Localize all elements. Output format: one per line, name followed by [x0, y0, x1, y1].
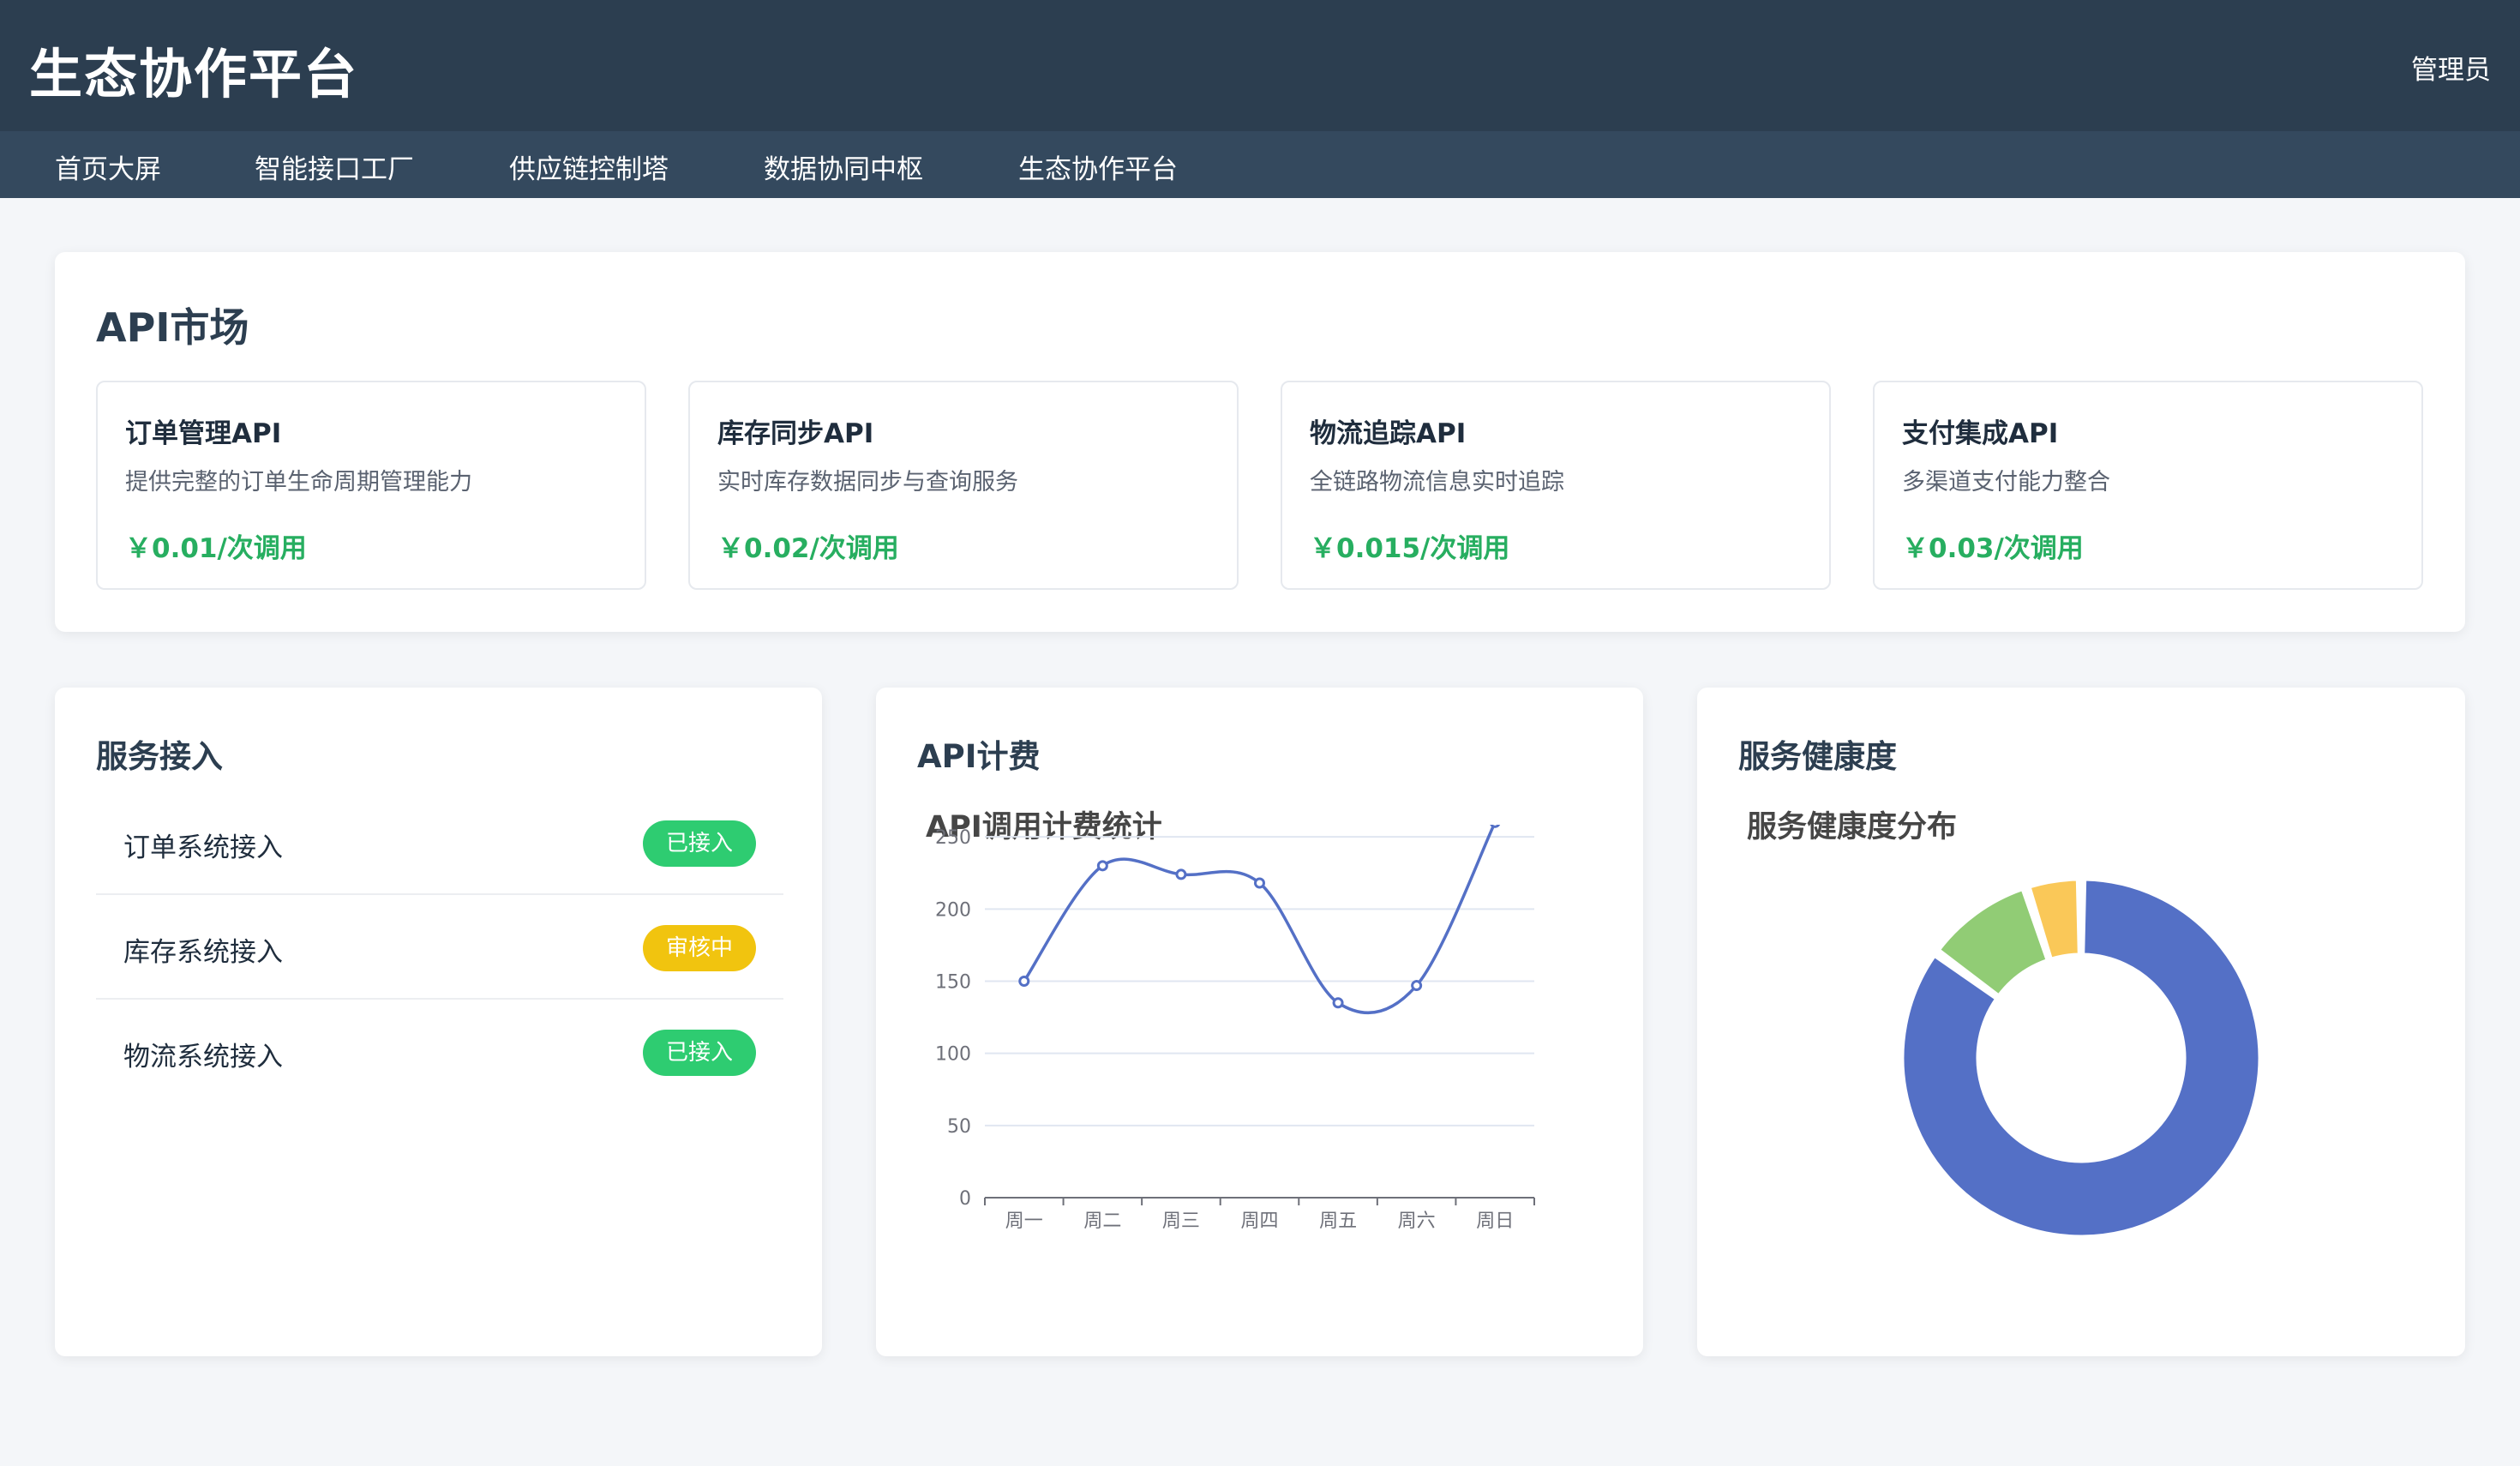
api-item-order[interactable]: 订单管理API 提供完整的订单生命周期管理能力 ￥0.01/次调用 [96, 381, 646, 590]
api-description: 提供完整的订单生命周期管理能力 [125, 469, 472, 496]
nav-item-ecosystem-platform[interactable]: 生态协作平台 [1018, 147, 1178, 186]
status-badge: 已接入 [643, 1030, 756, 1076]
api-description: 多渠道支付能力整合 [1902, 469, 2110, 496]
data-point [1254, 877, 1265, 889]
service-label: 库存系统接入 [123, 937, 283, 968]
api-item-inventory[interactable]: 库存同步API 实时库存数据同步与查询服务 ￥0.02/次调用 [688, 381, 1239, 590]
service-health-title: 服务健康度 [1738, 738, 1897, 775]
line-series [1023, 825, 1496, 1015]
nav-item-data-hub[interactable]: 数据协同中枢 [764, 147, 923, 186]
api-billing-card: API计费 API调用计费统计 金额(元)050100150200250300周… [876, 688, 1643, 1356]
y-tick-label: 200 [935, 899, 971, 921]
api-price: ￥0.015/次调用 [1310, 533, 1510, 564]
api-billing-title: API计费 [917, 738, 1041, 775]
api-name: 订单管理API [125, 418, 282, 449]
data-point [1490, 825, 1501, 828]
user-menu[interactable]: 管理员 [2411, 48, 2491, 87]
y-tick-label: 100 [935, 1044, 971, 1066]
data-point [1018, 976, 1030, 987]
status-badge: 已接入 [643, 820, 756, 867]
api-item-logistics[interactable]: 物流追踪API 全链路物流信息实时追踪 ￥0.015/次调用 [1281, 381, 1831, 590]
top-header: 生态协作平台 管理员 [0, 0, 2520, 131]
main-nav: 首页大屏 智能接口工厂 供应链控制塔 数据协同中枢 生态协作平台 [0, 131, 2520, 198]
service-row-inventory: 库存系统接入 审核中 [96, 895, 783, 1000]
app-title: 生态协作平台 [29, 43, 359, 105]
service-health-donut-chart [1901, 878, 2261, 1238]
api-price: ￥0.01/次调用 [125, 533, 307, 564]
service-access-card: 服务接入 订单系统接入 已接入 库存系统接入 审核中 物流系统接入 已接入 [55, 688, 822, 1356]
y-tick-label: 150 [935, 972, 971, 994]
api-name: 物流追踪API [1310, 418, 1467, 449]
api-description: 实时库存数据同步与查询服务 [717, 469, 1018, 496]
api-name: 支付集成API [1902, 418, 2059, 449]
y-tick-label: 0 [959, 1188, 971, 1210]
service-row-order: 订单系统接入 已接入 [96, 790, 783, 895]
x-tick-label: 周日 [1476, 1211, 1514, 1232]
api-market-card: API市场 订单管理API 提供完整的订单生命周期管理能力 ￥0.01/次调用 … [55, 252, 2465, 632]
x-tick-label: 周二 [1083, 1211, 1121, 1232]
x-tick-label: 周三 [1162, 1211, 1200, 1232]
service-access-title: 服务接入 [96, 738, 223, 775]
nav-item-home-dashboard[interactable]: 首页大屏 [55, 147, 161, 186]
service-health-card: 服务健康度 服务健康度分布 [1697, 688, 2465, 1356]
pie-chart-title: 服务健康度分布 [1747, 810, 1958, 844]
api-description: 全链路物流信息实时追踪 [1310, 469, 1564, 496]
nav-item-supply-chain-tower[interactable]: 供应链控制塔 [509, 147, 669, 186]
x-tick-label: 周一 [1005, 1211, 1043, 1232]
data-point [1096, 860, 1108, 872]
api-name: 库存同步API [717, 418, 874, 449]
y-tick-label: 50 [947, 1116, 971, 1138]
api-price: ￥0.03/次调用 [1902, 533, 2084, 564]
y-tick-label: 250 [935, 827, 971, 849]
x-tick-label: 周五 [1319, 1211, 1357, 1232]
service-label: 物流系统接入 [123, 1042, 283, 1072]
api-billing-line-chart: 金额(元)050100150200250300周一周二周三周四周五周六周日 [935, 825, 1535, 1232]
api-item-payment[interactable]: 支付集成API 多渠道支付能力整合 ￥0.03/次调用 [1873, 381, 2423, 590]
x-tick-label: 周四 [1240, 1211, 1278, 1232]
data-point [1332, 997, 1344, 1009]
service-label: 订单系统接入 [123, 832, 283, 863]
data-point [1411, 980, 1423, 992]
service-row-logistics: 物流系统接入 已接入 [96, 1000, 783, 1104]
api-price: ￥0.02/次调用 [717, 533, 899, 564]
status-badge: 审核中 [643, 925, 756, 971]
nav-item-api-factory[interactable]: 智能接口工厂 [255, 147, 414, 186]
data-point [1175, 868, 1187, 880]
api-market-title: API市场 [96, 304, 249, 351]
x-tick-label: 周六 [1398, 1211, 1436, 1232]
